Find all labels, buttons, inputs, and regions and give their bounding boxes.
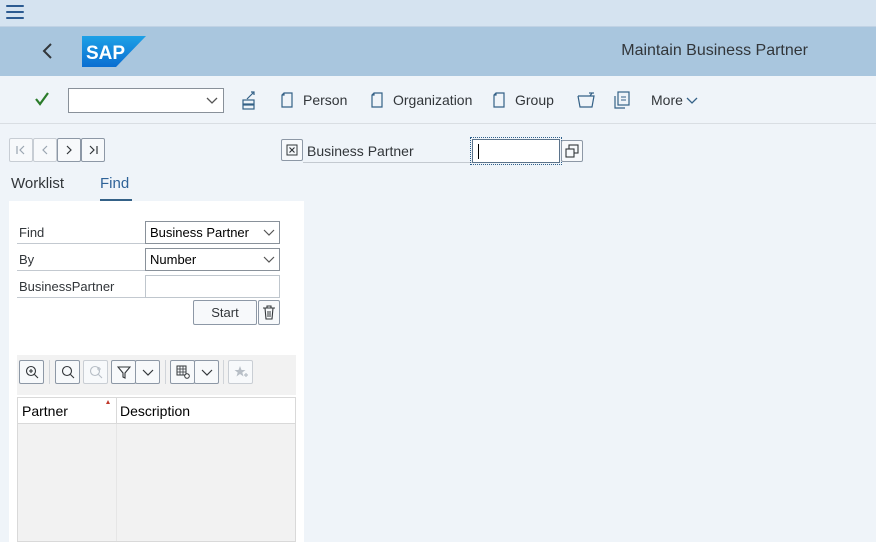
chevron-down-icon [201, 369, 212, 376]
column-divider[interactable] [116, 398, 117, 424]
details-button[interactable] [19, 360, 44, 384]
chevron-down-icon [263, 256, 275, 263]
switch-role-icon[interactable] [238, 89, 260, 111]
trash-icon [263, 305, 275, 320]
value-help-icon [565, 144, 579, 158]
close-locator-button[interactable] [281, 139, 303, 161]
text-cursor [478, 144, 479, 159]
organization-button[interactable]: Organization [371, 89, 472, 111]
group-button[interactable]: Group [493, 89, 554, 111]
first-page-icon [16, 145, 25, 155]
search-icon [61, 365, 74, 379]
group-button-label: Group [515, 92, 554, 108]
table-settings-icon [176, 365, 190, 379]
chevron-right-icon [66, 145, 72, 155]
toolbar-separator [49, 360, 50, 384]
start-button[interactable]: Start [193, 300, 257, 325]
by-label-underline [17, 270, 145, 271]
result-grid: Partner Description [17, 397, 296, 542]
column-divider [116, 424, 117, 541]
open-folder-icon[interactable] [576, 89, 598, 111]
find-label-underline [17, 243, 145, 244]
value-help-button[interactable] [561, 140, 583, 162]
last-record-button[interactable] [81, 138, 105, 162]
record-navigation [9, 138, 105, 162]
close-icon [286, 144, 298, 156]
app-title: Maintain Business Partner [621, 42, 808, 59]
by-label: By [19, 252, 35, 267]
more-button[interactable]: More [651, 89, 698, 111]
person-button[interactable]: Person [281, 89, 347, 111]
application-toolbar: Person Organization Group More [0, 76, 876, 124]
next-record-button[interactable] [57, 138, 81, 162]
grid-header: Partner Description [18, 398, 295, 424]
add-favorite-button[interactable] [228, 360, 253, 384]
search-next-button[interactable] [83, 360, 108, 384]
find-label: Find [19, 225, 45, 240]
filter-button[interactable] [111, 360, 136, 384]
last-page-icon [89, 145, 98, 155]
find-panel: Find Business Partner By Number Business… [9, 201, 304, 542]
find-dropdown-value: Business Partner [150, 225, 249, 240]
enter-check-icon[interactable] [32, 89, 52, 109]
document-icon [371, 92, 383, 108]
sort-indicator-icon [106, 400, 110, 404]
layout-menu-button[interactable] [194, 360, 219, 384]
business-partner-input[interactable] [470, 137, 562, 165]
chevron-left-icon [42, 145, 48, 155]
by-dropdown[interactable]: Number [145, 248, 280, 271]
column-header-partner[interactable]: Partner [22, 403, 68, 419]
tab-worklist[interactable]: Worklist [11, 175, 64, 192]
column-header-description[interactable]: Description [120, 403, 190, 419]
hamburger-menu-icon[interactable] [6, 5, 24, 21]
filter-icon [116, 366, 131, 379]
chevron-down-icon [686, 97, 698, 104]
search-next-icon [89, 365, 102, 379]
document-icon [281, 92, 293, 108]
chevron-down-icon [206, 97, 218, 104]
tab-find[interactable]: Find [100, 175, 132, 201]
copy-document-icon[interactable] [611, 89, 633, 111]
locator-tabs: Worklist Find [0, 172, 304, 202]
sap-logo-text: SAP [86, 43, 125, 64]
command-field[interactable] [68, 88, 224, 113]
sap-logo: SAP [82, 36, 146, 67]
previous-record-button[interactable] [33, 138, 57, 162]
toolbar-separator [165, 360, 166, 384]
chevron-down-icon [142, 369, 153, 376]
filter-menu-button[interactable] [135, 360, 160, 384]
bp-label-underline [17, 297, 145, 298]
label-underline [303, 162, 493, 163]
star-add-icon [234, 366, 248, 377]
more-button-label: More [651, 92, 683, 108]
organization-button-label: Organization [393, 92, 473, 108]
menu-bar [0, 0, 876, 27]
find-dropdown[interactable]: Business Partner [145, 221, 280, 244]
shell-bar: SAP Maintain Business Partner [0, 27, 876, 76]
layout-settings-button[interactable] [170, 360, 195, 384]
chevron-down-icon [263, 229, 275, 236]
back-arrow-icon[interactable] [36, 39, 60, 63]
person-button-label: Person [303, 92, 348, 108]
first-record-button[interactable] [9, 138, 33, 162]
by-dropdown-value: Number [150, 252, 197, 267]
business-partner-label: Business Partner [307, 143, 414, 159]
result-grid-toolbar [17, 355, 296, 395]
business-partner-search-label: BusinessPartner [19, 279, 115, 294]
toolbar-separator [223, 360, 224, 384]
zoom-in-icon [25, 365, 38, 379]
business-partner-search-input[interactable] [145, 275, 280, 298]
clear-search-button[interactable] [258, 300, 280, 325]
search-button[interactable] [55, 360, 80, 384]
document-icon [493, 92, 505, 108]
